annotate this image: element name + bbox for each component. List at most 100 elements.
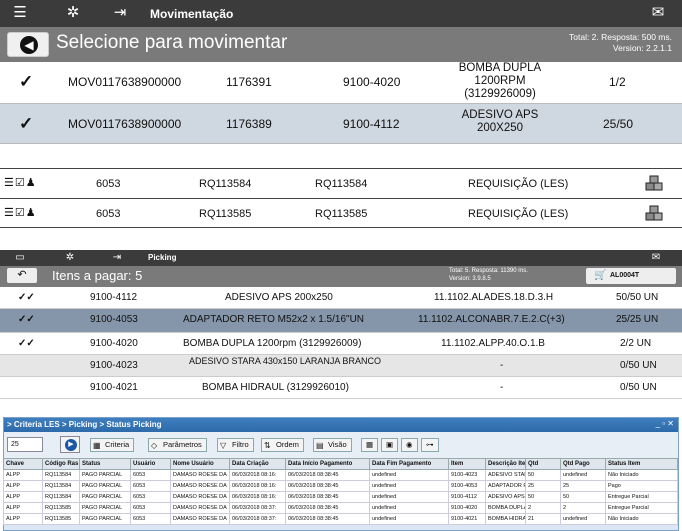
save-button[interactable]: ▣	[381, 438, 399, 452]
back-button[interactable]: ↶	[7, 268, 37, 283]
sheet-icon: ▦	[366, 440, 374, 449]
params-label: Parâmetros	[163, 440, 202, 449]
part-number: 9100-4112	[90, 292, 138, 303]
quantity: 0/50 UN	[620, 382, 657, 393]
table-cell: 9100-4021	[448, 513, 486, 525]
column-header[interactable]: Chave	[3, 458, 43, 470]
list-item[interactable]: 9100-4023 ADESIVO STARA 430x150 LARANJA …	[0, 355, 682, 377]
sort-icon: ⇅	[264, 441, 271, 450]
list-item[interactable]: ✓✓ 9100-4112 ADESIVO APS 200x250 11.1102…	[0, 287, 682, 309]
table-row[interactable]: ALPP RQ113585 PAGO PARCIAL 6053 DAMASO ROESE…	[3, 502, 678, 514]
column-header[interactable]: Nome Usuário	[170, 458, 230, 470]
save-icon: ▣	[386, 440, 394, 449]
column-header[interactable]: Item	[448, 458, 486, 470]
list-item[interactable]: ☰☑♟ 6053 RQ113585 RQ113585 REQUISIÇÃO (L…	[0, 198, 682, 228]
item-description: ADESIVO APS 200x250	[225, 292, 333, 303]
list-item[interactable]: 9100-4021 BOMBA HIDRAUL (3129926010) - 0…	[0, 377, 682, 399]
table-cell: RQ113585	[42, 502, 80, 514]
table-row[interactable]: ALPP RQ113584 PAGO PARCIAL 6053 DAMASO ROESE…	[3, 491, 678, 503]
location: 11.1102.ALADES.18.D.3.H	[434, 292, 554, 303]
exit-icon[interactable]: ⇥	[109, 251, 125, 265]
criteria-button[interactable]: ▦ Criteria	[90, 438, 135, 452]
table-cell: ALPP	[3, 480, 43, 492]
req-code: RQ113584	[199, 178, 252, 190]
list-item[interactable]: ✓ MOV0117638900000 1176391 9100-4020 BOM…	[0, 62, 682, 104]
order-button[interactable]: ⇅ Ordem	[261, 438, 304, 452]
column-header[interactable]: Usuário	[130, 458, 171, 470]
part-number: 9100-4020	[343, 75, 401, 89]
table-cell: 6053	[130, 491, 171, 503]
column-header[interactable]: Data Fim Pagamento	[369, 458, 449, 470]
table-cell: DAMASO ROESE DA	[170, 480, 230, 492]
column-header[interactable]: Descrição Item	[485, 458, 526, 470]
quantity: 25/25 UN	[616, 314, 659, 325]
table-cell: undefined	[560, 513, 606, 525]
mail-icon[interactable]: ✉	[648, 251, 664, 265]
table-cell: RQ113585	[42, 513, 80, 525]
user-id: 6053	[96, 208, 121, 220]
response-info: Total: 2. Resposta: 500 ms.	[569, 32, 672, 42]
check-icon: ✓	[19, 114, 34, 133]
gear-icon[interactable]: ✲	[63, 4, 83, 22]
table-cell: PAGO PARCIAL	[79, 502, 131, 514]
version-info: Version: 2.2.1.1	[612, 43, 672, 53]
view-button[interactable]: ▤ Visão	[313, 438, 352, 452]
column-header[interactable]: Status	[79, 458, 131, 470]
column-header[interactable]: Qtd	[525, 458, 561, 470]
quantity: 25/50	[603, 117, 634, 131]
view-icon: ▤	[316, 441, 324, 450]
table-cell: 06/03/2018 08:38:45	[285, 502, 370, 514]
filter-button[interactable]: ▽ Filtro	[217, 438, 254, 452]
quantity: 2/2 UN	[620, 338, 652, 349]
page-title: Picking	[148, 253, 177, 262]
subtitle: Selecione para movimentar	[56, 32, 288, 53]
breadcrumb: > Criteria LES > Picking > Status Pickin…	[4, 418, 678, 432]
params-button[interactable]: ◇ Parâmetros	[148, 438, 207, 452]
list-check-user-icon: ☰☑♟	[4, 207, 37, 219]
exit-icon[interactable]: ⇥	[110, 4, 130, 22]
list-item[interactable]: ✓✓ 9100-4020 BOMBA DUPLA 1200rpm (312992…	[0, 333, 682, 355]
menu-icon[interactable]: ☰	[10, 4, 30, 22]
table-cell: 50	[560, 491, 606, 503]
back-arrow-icon: ◀	[20, 36, 38, 54]
table-cell: Não Iniciado	[605, 513, 678, 525]
part-number: 9100-4020	[90, 338, 138, 349]
table-row[interactable]: ALPP RQ113584 PAGO PARCIAL 6053 DAMASO ROESE…	[3, 480, 678, 492]
table-row[interactable]: ALPP RQ113584 PAGO PARCIAL 6053 DAMASO ROESE…	[3, 469, 678, 481]
table-cell: 6053	[130, 469, 171, 481]
chart-button[interactable]: ⊶	[421, 438, 439, 452]
table-cell: ALPP	[3, 513, 43, 525]
boxes-icon[interactable]	[645, 205, 663, 221]
table-cell: 50	[525, 469, 561, 481]
menu-icon[interactable]: ▭	[12, 251, 28, 265]
version-info: Version: 3.9.8.5	[449, 276, 491, 282]
list-item[interactable]: ✓ MOV0117638900000 1176389 9100-4112 ADE…	[0, 104, 682, 144]
table-cell: undefined	[369, 480, 449, 492]
column-header[interactable]: Data Criação	[229, 458, 286, 470]
list-item[interactable]: ✓✓ 9100-4053 ADAPTADOR RETO M52x2 x 1.5/…	[0, 309, 682, 333]
item-description: ADESIVO APS 200X250	[461, 109, 539, 134]
boxes-icon[interactable]	[645, 175, 663, 191]
list-item[interactable]: ☰☑♟ 6053 RQ113584 RQ113584 REQUISIÇÃO (L…	[0, 168, 682, 198]
page-size-select[interactable]: 25	[7, 437, 43, 452]
column-header[interactable]: Data Início Pagamento	[285, 458, 370, 470]
gear-icon[interactable]: ✲	[62, 251, 78, 265]
top-bar: ▭ ✲ ⇥ Picking ✉	[0, 250, 682, 266]
table-cell: 9100-4112	[448, 491, 486, 503]
column-header[interactable]: Código Ras	[42, 458, 80, 470]
chart-icon: ⊶	[426, 440, 434, 449]
cart-button[interactable]: 🛒 AL0004T	[586, 268, 676, 284]
table-row[interactable]: ALPP RQ113585 PAGO PARCIAL 6053 DAMASO ROESE…	[3, 513, 678, 525]
table-cell: 6053	[130, 513, 171, 525]
window-controls-icon[interactable]: _ ▫ ✕	[656, 419, 674, 428]
check-icon: ✓	[19, 72, 34, 91]
export-button[interactable]: ▦	[361, 438, 379, 452]
column-header[interactable]: Qtd Pago	[560, 458, 606, 470]
mail-icon[interactable]: ✉	[648, 4, 668, 22]
play-button[interactable]: ▶	[60, 436, 80, 453]
view-label: Visão	[328, 440, 347, 449]
refresh-button[interactable]: ◉	[401, 438, 418, 452]
top-bar: ☰ ✲ ⇥ Movimentação ✉	[0, 0, 682, 27]
column-header[interactable]: Status Item	[605, 458, 678, 470]
back-button[interactable]: ◀	[7, 32, 49, 57]
